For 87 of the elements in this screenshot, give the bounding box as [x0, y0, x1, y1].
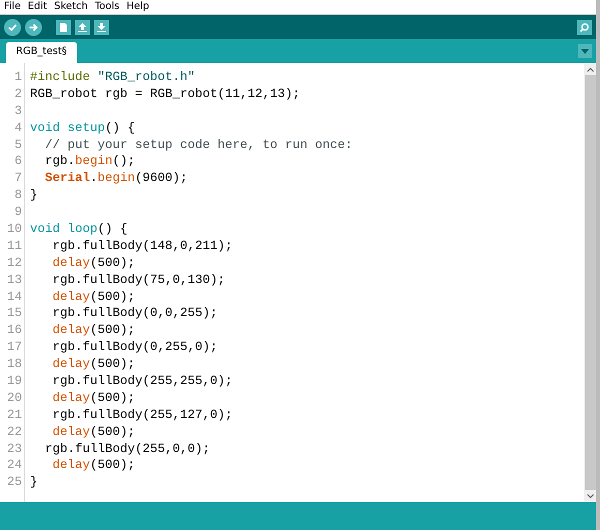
menu-item[interactable]: Help	[126, 1, 150, 13]
menu-item[interactable]: File	[4, 1, 21, 13]
code-text: rgb.fullBody(255,127,0);	[52, 408, 233, 422]
keyword: void	[30, 120, 60, 135]
new-button[interactable]	[56, 20, 71, 34]
code-text: rgb.	[44, 154, 76, 168]
function-name: delay	[52, 390, 90, 405]
checkmark-icon	[7, 22, 18, 32]
menu-item[interactable]: Edit	[28, 1, 48, 13]
save-button[interactable]	[94, 20, 109, 34]
line-number: 24	[6, 457, 23, 474]
up-arrow-icon	[77, 22, 88, 32]
line-number: 6	[13, 153, 23, 170]
function-name: delay	[52, 458, 90, 472]
line-number: 9	[13, 204, 23, 222]
caret-icon	[581, 48, 589, 54]
line-number: 12	[6, 254, 23, 272]
line-number: 25	[6, 474, 23, 492]
right-arrow-icon	[28, 22, 39, 32]
serial-monitor-button[interactable]	[577, 20, 592, 34]
up-caret-icon[interactable]	[586, 66, 594, 72]
magnifier-icon	[579, 22, 590, 32]
line-number: 14	[6, 288, 23, 306]
line-number: 1	[13, 69, 23, 86]
upload-button[interactable]	[25, 18, 42, 36]
line-number: 8	[13, 187, 23, 204]
code-text: () {	[98, 222, 128, 236]
code-text: rgb.fullBody(255,0,0);	[44, 442, 210, 456]
verify-button[interactable]	[4, 18, 21, 36]
line-number: 19	[6, 373, 23, 390]
preprocessor-directive: #include	[30, 70, 90, 84]
line-number: 5	[13, 136, 23, 154]
code-text: (500);	[90, 323, 136, 338]
line-number: 22	[6, 424, 23, 441]
line-number: 3	[13, 102, 23, 120]
code-comment: // put your setup code here, to run once:	[44, 138, 353, 152]
line-number: 20	[6, 390, 23, 407]
menu-item[interactable]: Tools	[94, 1, 120, 13]
open-button[interactable]	[75, 20, 90, 34]
code-text: rgb.fullBody(0,0,255);	[52, 306, 218, 320]
function-name: delay	[52, 256, 90, 270]
code-text: RGB_robot rgb = RGB_robot(11,12,13);	[30, 86, 300, 101]
document-icon	[59, 22, 68, 32]
code-text: (500);	[90, 357, 136, 372]
keyword: setup	[66, 120, 106, 135]
code-text: (500);	[90, 256, 136, 270]
keyword: void	[30, 222, 60, 236]
code-text: (500);	[90, 424, 136, 439]
file-tab[interactable]: RGB_test§	[6, 42, 77, 63]
down-arrow-icon	[96, 22, 107, 32]
line-number: 16	[6, 322, 23, 340]
code-text: rgb.fullBody(75,0,130);	[52, 272, 226, 287]
code-text: ();	[112, 154, 136, 168]
function-name: delay	[52, 323, 90, 338]
tab-menu-button[interactable]	[578, 44, 592, 58]
down-caret-icon[interactable]	[586, 494, 594, 498]
line-number: 13	[6, 272, 23, 289]
line-number: 21	[6, 406, 23, 424]
code-text: (9600);	[135, 171, 188, 186]
code-text: () {	[105, 120, 136, 135]
menu-item[interactable]: Sketch	[54, 1, 88, 13]
function-name: begin	[75, 154, 113, 168]
code-text: (500);	[90, 390, 136, 405]
class-name: Serial	[44, 171, 90, 186]
code-text: rgb.fullBody(0,255,0);	[52, 340, 218, 354]
code-text: rgb.fullBody(148,0,211);	[52, 238, 233, 253]
code-text: (500);	[90, 458, 136, 472]
line-number: 7	[13, 170, 23, 188]
line-number: 18	[6, 356, 23, 374]
line-number: 17	[6, 339, 23, 356]
code-text: }	[30, 475, 38, 490]
code-text: .	[90, 171, 98, 186]
code-text: }	[30, 188, 38, 202]
line-number: 2	[13, 86, 23, 103]
line-number: 11	[6, 238, 23, 255]
function-name: delay	[52, 290, 90, 304]
line-number: 23	[6, 440, 23, 458]
code-text: rgb.fullBody(255,255,0);	[52, 374, 233, 388]
code-text: (500);	[90, 290, 136, 304]
string-literal: "RGB_robot.h"	[96, 70, 196, 84]
line-number: 10	[6, 221, 23, 238]
keyword: loop	[66, 222, 98, 236]
function-name: begin	[98, 171, 136, 186]
function-name: delay	[52, 424, 90, 439]
line-number: 15	[6, 305, 23, 322]
line-number: 4	[13, 120, 23, 137]
function-name: delay	[52, 357, 90, 372]
